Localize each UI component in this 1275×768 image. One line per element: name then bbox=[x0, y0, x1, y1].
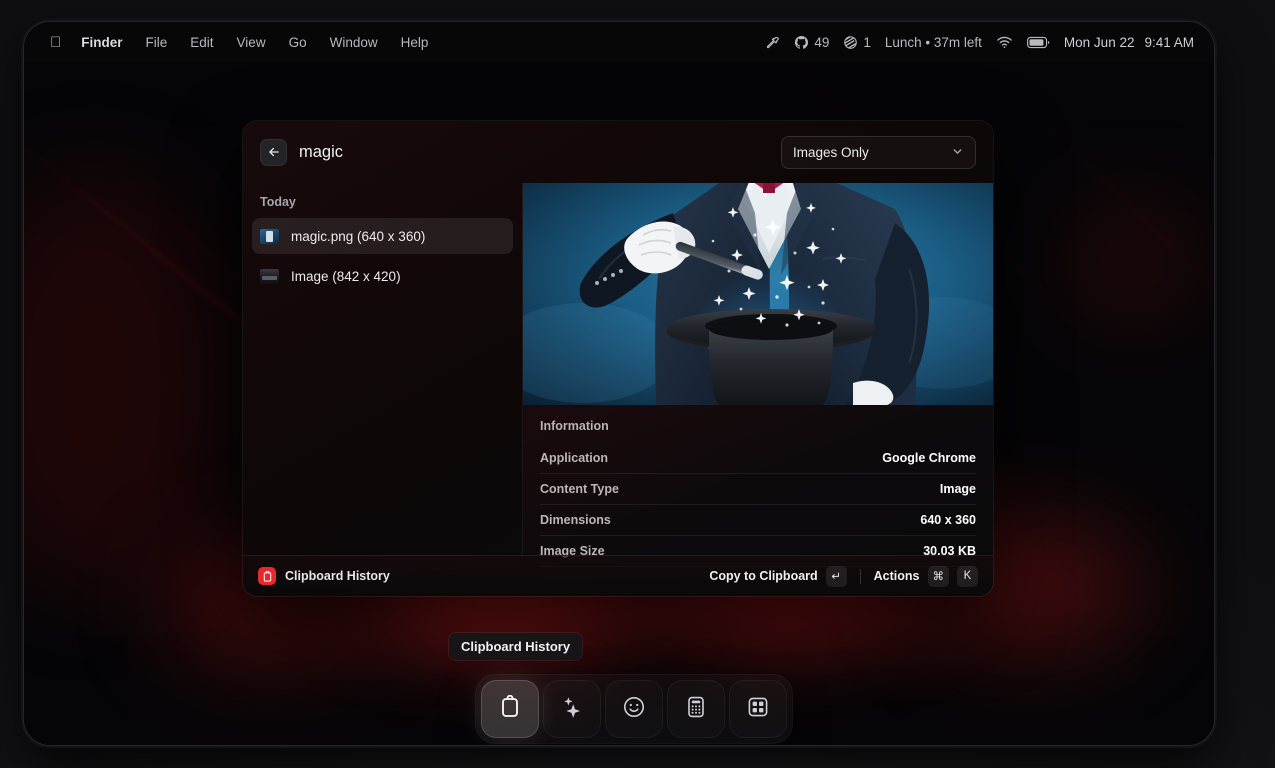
arrow-left-icon bbox=[268, 147, 279, 157]
image-thumb-magic bbox=[260, 228, 279, 244]
info-value: 640 x 360 bbox=[920, 513, 976, 527]
image-thumb-generic bbox=[260, 268, 279, 284]
history-list: Today magic.png (640 x 360) Image (842 x… bbox=[243, 183, 522, 555]
desktop:  Finder File Edit View Go Window Help bbox=[0, 0, 1275, 768]
window-footer: Clipboard History Copy to Clipboard ↵ Ac… bbox=[243, 555, 993, 596]
dock-item-clipboard-history[interactable] bbox=[481, 680, 539, 738]
menu-bar-tray: 49 1 Lunch • 37m left Mon Jun 22 9:41 AM bbox=[765, 35, 1194, 50]
calculator-icon bbox=[684, 695, 708, 724]
actions-button[interactable]: Actions ⌘ K bbox=[873, 565, 978, 587]
menu-item-file[interactable]: File bbox=[146, 35, 168, 50]
chevron-down-icon bbox=[951, 145, 964, 161]
info-value: Google Chrome bbox=[882, 451, 976, 465]
screen-bezel:  Finder File Edit View Go Window Help bbox=[24, 22, 1214, 745]
info-key: Dimensions bbox=[540, 513, 611, 527]
copy-to-clipboard-label: Copy to Clipboard bbox=[709, 569, 818, 583]
stack-count: 1 bbox=[863, 34, 871, 50]
apple-icon[interactable]:  bbox=[50, 35, 61, 50]
k-key-badge: K bbox=[957, 565, 978, 587]
list-item[interactable]: magic.png (640 x 360) bbox=[252, 218, 513, 254]
dock-tooltip: Clipboard History bbox=[449, 633, 583, 660]
menu-bar:  Finder File Edit View Go Window Help bbox=[24, 22, 1214, 62]
grid-icon bbox=[746, 695, 770, 724]
info-row-dimensions: Dimensions 640 x 360 bbox=[540, 505, 976, 536]
copy-to-clipboard-action[interactable]: Copy to Clipboard ↵ bbox=[709, 565, 847, 587]
dock-item-apps[interactable] bbox=[729, 680, 787, 738]
section-title-today: Today bbox=[260, 195, 296, 209]
info-key: Content Type bbox=[540, 482, 619, 496]
dock-item-ai[interactable] bbox=[543, 680, 601, 738]
dock-item-emoji[interactable] bbox=[605, 680, 663, 738]
info-row-application: Application Google Chrome bbox=[540, 443, 976, 474]
menu-bar-time: 9:41 AM bbox=[1144, 34, 1194, 50]
menu-item-view[interactable]: View bbox=[237, 35, 266, 50]
menu-item-help[interactable]: Help bbox=[401, 35, 429, 50]
eyedropper-icon[interactable] bbox=[765, 35, 780, 50]
information-section: Information Application Google Chrome Co… bbox=[523, 405, 993, 567]
preview-pane: Information Application Google Chrome Co… bbox=[522, 183, 993, 567]
menu-bar-date: Mon Jun 22 bbox=[1063, 34, 1135, 50]
list-item-label: magic.png (640 x 360) bbox=[291, 228, 426, 244]
information-title: Information bbox=[540, 419, 609, 433]
back-button[interactable] bbox=[260, 138, 287, 166]
wifi-icon[interactable] bbox=[996, 35, 1013, 49]
info-value: Image bbox=[939, 482, 976, 496]
stack-status[interactable]: 1 bbox=[843, 35, 871, 50]
dock bbox=[476, 675, 792, 743]
magician-illustration bbox=[523, 183, 993, 405]
footer-brand-label: Clipboard History bbox=[285, 569, 390, 583]
footer-divider bbox=[859, 568, 861, 584]
return-key-badge: ↵ bbox=[825, 565, 847, 587]
window-header: magic Images Only bbox=[243, 121, 993, 183]
info-row-content-type: Content Type Image bbox=[540, 474, 976, 505]
clipboard-icon bbox=[258, 567, 276, 585]
clipboard-history-window: magic Images Only Today magic.png (640 x… bbox=[243, 121, 993, 596]
list-item-label: Image (842 x 420) bbox=[291, 268, 401, 284]
command-key-badge: ⌘ bbox=[927, 565, 949, 587]
menu-bar-clock[interactable]: Mon Jun 22 9:41 AM bbox=[1064, 35, 1194, 50]
window-body: Today magic.png (640 x 360) Image (842 x… bbox=[243, 183, 993, 567]
preview-image bbox=[523, 183, 993, 405]
github-count: 49 bbox=[814, 34, 830, 50]
window-title: magic bbox=[299, 142, 344, 161]
stacked-circle-icon bbox=[844, 35, 858, 49]
info-key: Application bbox=[540, 451, 609, 465]
menu-item-window[interactable]: Window bbox=[330, 35, 378, 50]
filter-dropdown[interactable]: Images Only bbox=[781, 136, 976, 169]
filter-value: Images Only bbox=[793, 145, 869, 160]
dock-item-calculator[interactable] bbox=[667, 680, 725, 738]
menu-item-edit[interactable]: Edit bbox=[190, 35, 213, 50]
menu-item-go[interactable]: Go bbox=[289, 35, 307, 50]
smiley-icon bbox=[622, 695, 646, 724]
actions-label: Actions bbox=[873, 569, 920, 583]
list-item[interactable]: Image (842 x 420) bbox=[252, 258, 513, 294]
sparkles-icon bbox=[560, 695, 584, 724]
footer-brand: Clipboard History bbox=[258, 567, 390, 585]
github-icon bbox=[795, 35, 809, 49]
menu-item-finder[interactable]: Finder bbox=[81, 35, 122, 50]
clipboard-icon bbox=[498, 694, 522, 724]
github-status[interactable]: 49 bbox=[794, 35, 829, 50]
battery-icon[interactable] bbox=[1027, 36, 1050, 49]
focus-status[interactable]: Lunch • 37m left bbox=[885, 35, 982, 50]
